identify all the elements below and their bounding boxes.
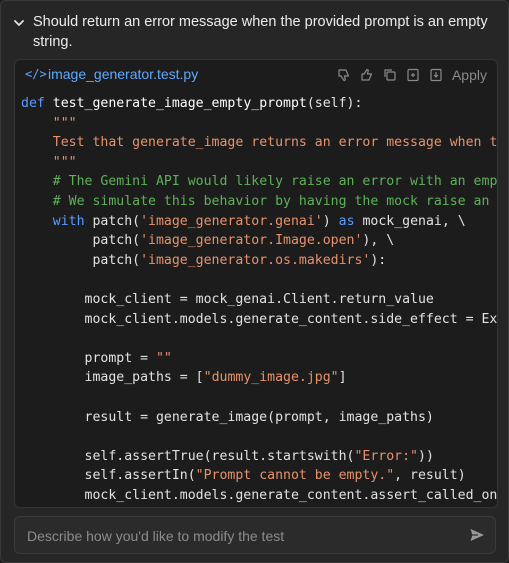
code-line: self.assertTrue(result.startswith("Error… (21, 447, 497, 467)
code-token: , result) (394, 468, 466, 484)
code-token: )) (418, 448, 434, 464)
apply-file-icon[interactable] (428, 67, 444, 83)
code-token: ) (322, 213, 339, 229)
code-token: 'image_generator.genai' (140, 213, 323, 229)
code-token: mock_client.models.generate_content.asse… (21, 487, 498, 503)
code-token: ), \ (362, 233, 395, 249)
code-line: """ (21, 114, 497, 134)
file-bar: </> image_generator.test.py Apply (15, 60, 497, 90)
code-line: result = generate_image(prompt, image_pa… (21, 408, 497, 428)
code-token: def (21, 96, 53, 111)
thumbs-up-icon[interactable] (359, 67, 375, 83)
code-line: self.assertIn("Prompt cannot be empty.",… (21, 466, 497, 486)
code-token: 'image_generator.Image.open' (140, 233, 363, 249)
code-card: </> image_generator.test.py Apply def te… (14, 59, 498, 508)
code-line: mock_client = mock_genai.Client.return_v… (21, 290, 497, 310)
code-token: (self): (306, 96, 363, 111)
code-line: def test_generate_image_empty_prompt(sel… (21, 94, 497, 114)
code-token: with (52, 213, 93, 229)
code-token: patch( (21, 252, 141, 268)
copy-icon[interactable] (382, 67, 398, 83)
test-case-description: Should return an error message when the … (33, 14, 488, 50)
code-token: mock_client = mock_genai.Client.return_v… (21, 291, 434, 307)
code-token: 'image_generator.os.makedirs' (140, 252, 371, 268)
code-token: self.assertTrue(result.startswith( (21, 448, 355, 464)
code-token: # The Gemini API would likely raise an e… (52, 174, 498, 190)
code-line: patch('image_generator.os.makedirs'): (21, 251, 497, 271)
code-token: self.assertIn( (21, 468, 196, 484)
code-line: patch('image_generator.Image.open'), \ (21, 231, 497, 251)
code-token: "" (155, 350, 172, 366)
code-line: # The Gemini API would likely raise an e… (21, 172, 497, 192)
code-line: # We simulate this behavior by having th… (21, 192, 497, 212)
chevron-down-icon[interactable] (13, 17, 25, 29)
code-token: patch( (92, 213, 141, 229)
code-token: "dummy_image.jpg" (203, 370, 339, 386)
code-token: patch( (21, 233, 141, 249)
thumbs-down-icon[interactable] (336, 67, 352, 83)
file-name[interactable]: image_generator.test.py (48, 66, 198, 82)
modify-test-input-box (14, 516, 496, 554)
code-token: as (338, 213, 355, 229)
code-line: mock_client.models.generate_content.side… (21, 310, 497, 330)
test-generation-panel: Should return an error message when the … (0, 0, 509, 563)
code-token: mock_client.models.generate_content.side… (21, 311, 498, 327)
code-token: image_paths = [ (21, 370, 204, 386)
code-token: # We simulate this behavior by having th… (52, 193, 490, 209)
modify-test-input[interactable] (25, 525, 459, 547)
code-line: Test that generate_image returns an erro… (21, 133, 497, 153)
send-icon[interactable] (469, 527, 485, 543)
code-token: result = generate_image(prompt, image_pa… (21, 409, 434, 425)
code-token: mock_genai, \ (354, 213, 466, 229)
code-token: ): (370, 252, 387, 268)
code-token: ] (338, 370, 347, 386)
code-line: image_paths = ["dummy_image.jpg"] (21, 368, 497, 388)
code-actions: Apply (329, 67, 487, 83)
apply-button[interactable]: Apply (452, 67, 487, 83)
code-line: prompt = "" (21, 349, 497, 369)
code-token: """ (52, 154, 77, 170)
code-line: mock_client.models.generate_content.asse… (21, 486, 497, 506)
code-token: test_generate_image_empty_prompt (52, 96, 307, 111)
code-line: """ (21, 153, 497, 173)
code-file-icon: </> (25, 67, 47, 81)
code-token: "Prompt cannot be empty." (195, 468, 395, 484)
code-token: """ (52, 115, 77, 131)
code-line: with patch('image_generator.genai') as m… (21, 212, 497, 232)
insert-icon[interactable] (405, 67, 421, 83)
code-token: "Error:" (354, 448, 418, 464)
code-block[interactable]: def test_generate_image_empty_prompt(sel… (21, 94, 497, 505)
code-token: prompt = (21, 350, 156, 366)
code-token: Test that generate_image returns an erro… (52, 135, 498, 151)
